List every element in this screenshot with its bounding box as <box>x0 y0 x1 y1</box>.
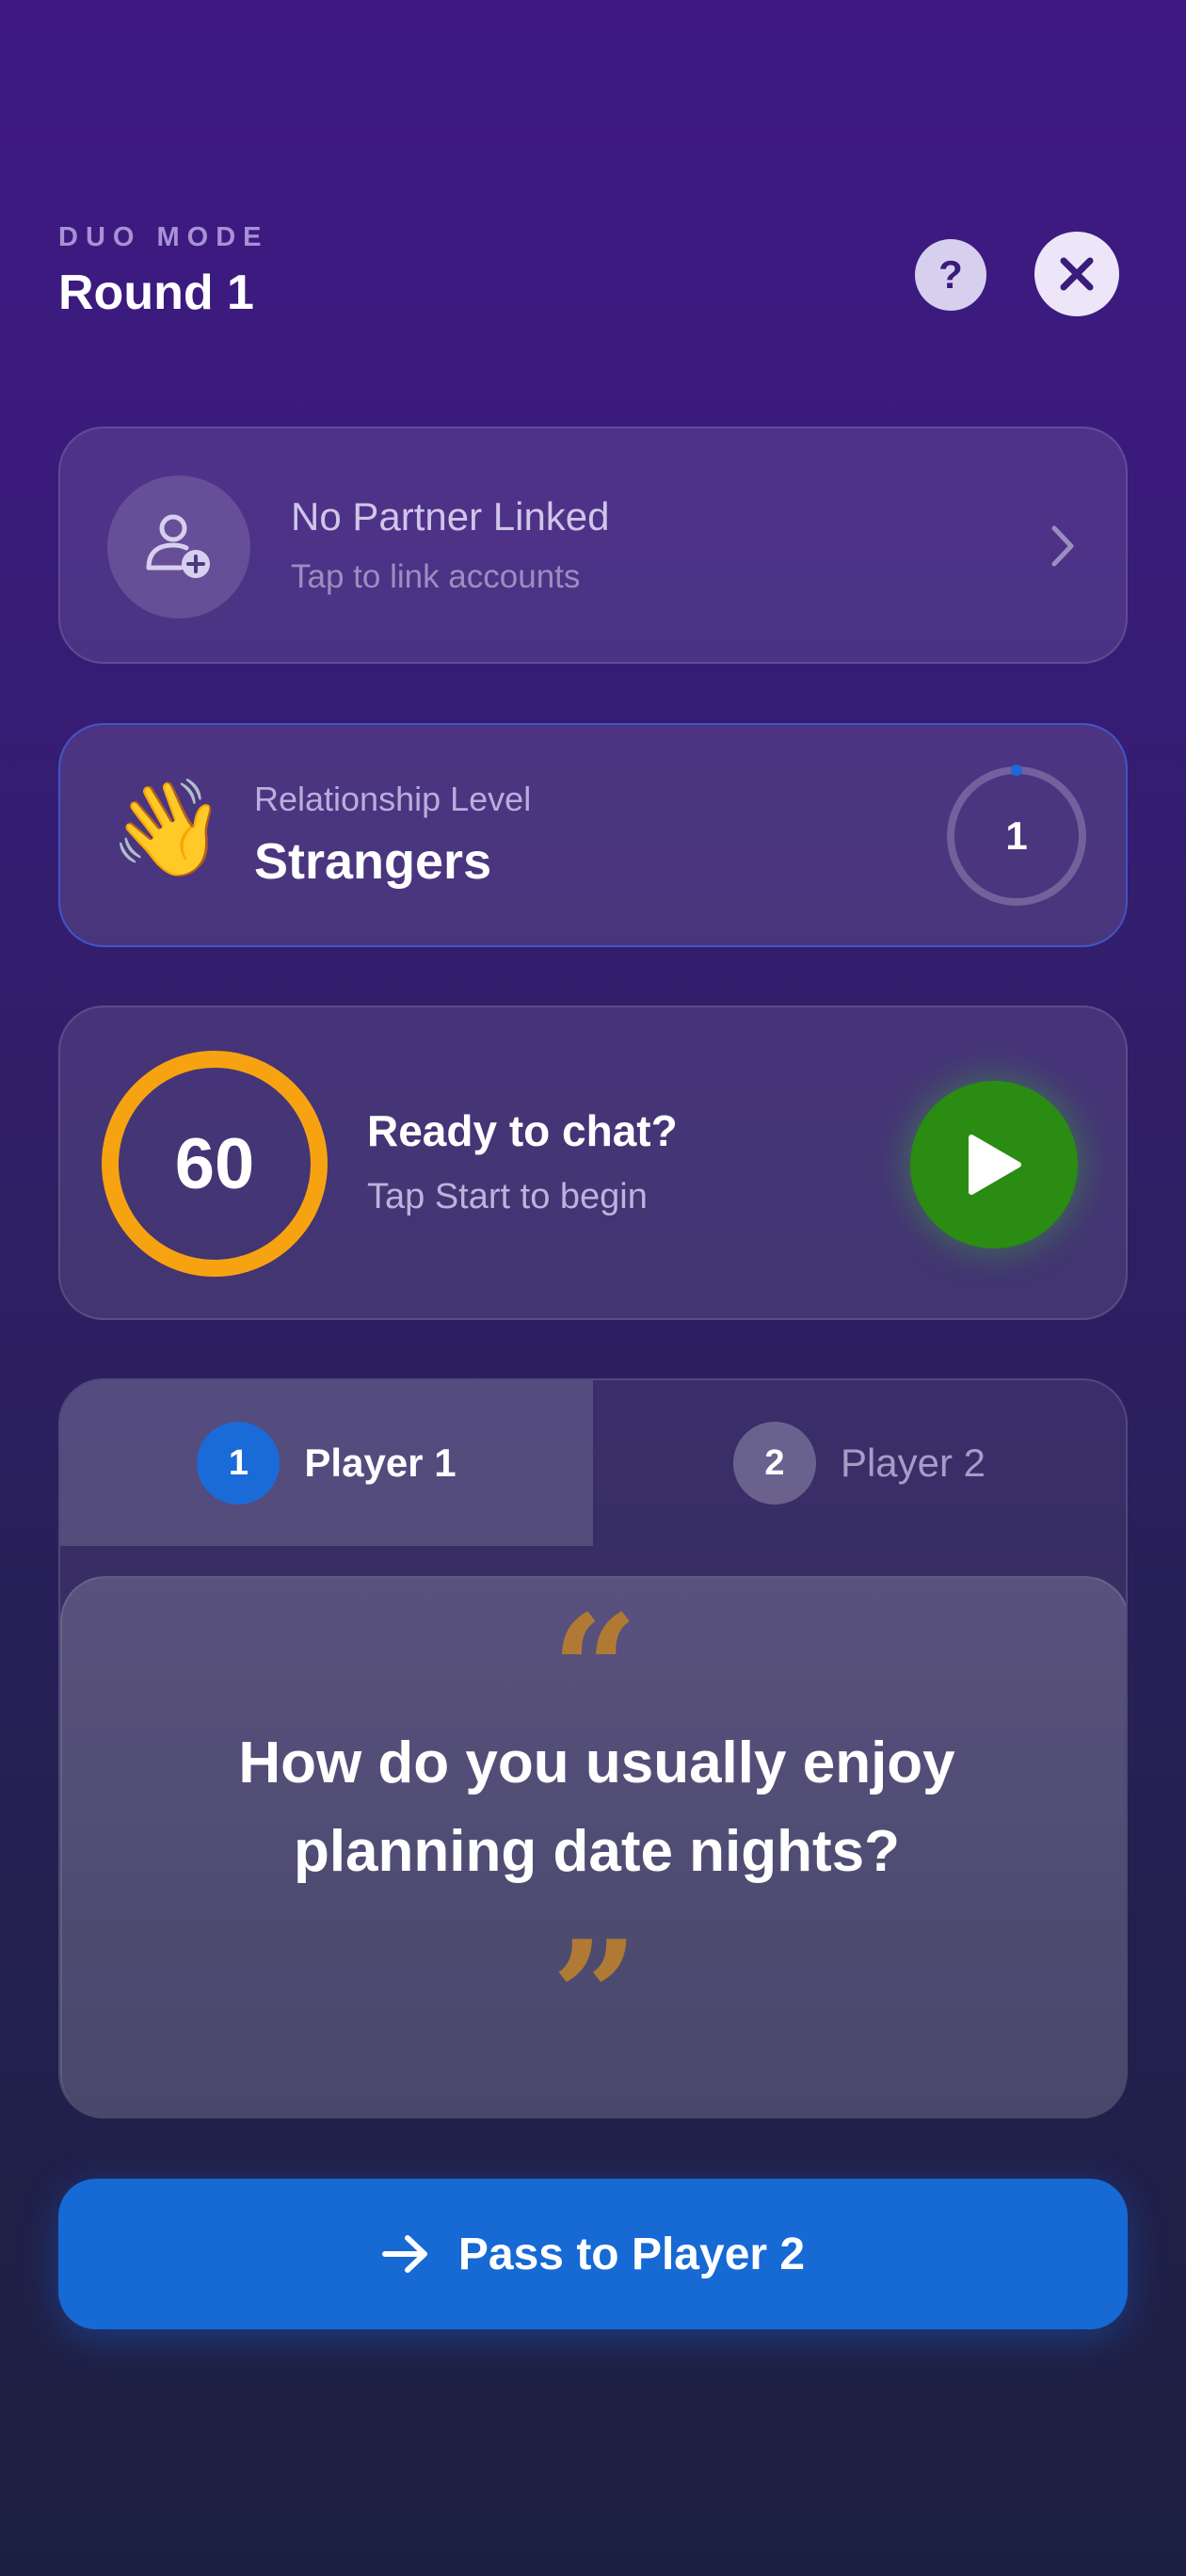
chevron-right-icon <box>1051 525 1074 567</box>
close-icon <box>1060 257 1094 291</box>
player-1-label: Player 1 <box>304 1441 457 1485</box>
mode-header: DUO MODE Round 1 <box>58 222 269 321</box>
question-text: How do you usually enjoy planning date n… <box>238 1731 955 1884</box>
relationship-level-card: 👋 Relationship Level Strangers 1 <box>58 723 1128 947</box>
relationship-level-label: Relationship Level <box>254 780 532 818</box>
player-1-badge: 1 <box>197 1422 280 1505</box>
player-2-label: Player 2 <box>840 1441 986 1485</box>
play-icon <box>969 1135 1021 1195</box>
chat-prompt-title: Ready to chat? <box>367 1106 678 1155</box>
link-partner-card[interactable]: No Partner Linked Tap to link accounts <box>58 427 1128 664</box>
pass-button-label: Pass to Player 2 <box>457 2229 806 2279</box>
partner-subtitle: Tap to link accounts <box>291 558 581 595</box>
question-box: “ How do you usually enjoy planning date… <box>60 1576 1126 2117</box>
close-quote-icon: ” <box>551 1908 639 2085</box>
pass-to-player-button[interactable]: Pass to Player 2 <box>58 2179 1128 2329</box>
level-number: 1 <box>1005 813 1028 858</box>
help-button[interactable]: ? <box>915 239 986 311</box>
arrow-right-icon <box>381 2235 427 2273</box>
tab-player-2[interactable]: 2 Player 2 <box>593 1380 1126 1546</box>
round-title: Round 1 <box>58 266 254 320</box>
start-button[interactable] <box>910 1081 1078 1248</box>
close-button[interactable] <box>1034 232 1119 316</box>
tab-player-1[interactable]: 1 Player 1 <box>60 1380 593 1546</box>
mode-label: DUO MODE <box>58 222 269 252</box>
chat-prompt-subtitle: Tap Start to begin <box>367 1177 648 1216</box>
relationship-level-name: Strangers <box>254 833 492 890</box>
waving-hand-icon: 👋 <box>109 776 227 881</box>
question-mark-icon: ? <box>938 252 963 297</box>
partner-title: No Partner Linked <box>291 494 610 539</box>
add-user-icon <box>107 475 250 619</box>
chat-timer-card: 60 Ready to chat? Tap Start to begin <box>58 1006 1128 1320</box>
timer-value: 60 <box>174 1123 255 1204</box>
player-question-card: 1 Player 1 2 Player 2 “ How do you usual… <box>58 1378 1128 2118</box>
timer-ring: 60 <box>102 1051 328 1277</box>
player-2-badge: 2 <box>732 1422 816 1505</box>
